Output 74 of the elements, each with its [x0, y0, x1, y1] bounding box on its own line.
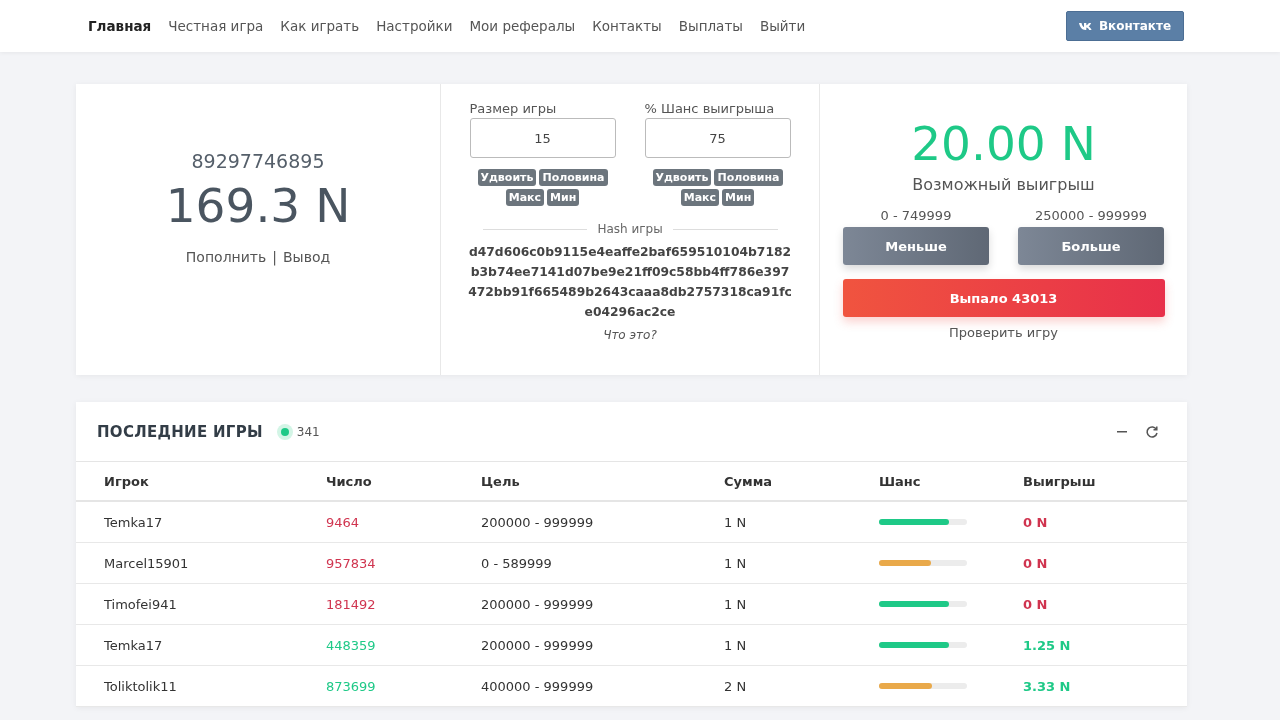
column-header: Выигрыш — [1023, 473, 1097, 489]
payout-cell-text: 0 N — [1023, 596, 1049, 612]
column-header: Цель — [481, 473, 521, 489]
input-field[interactable]: 75 — [644, 118, 791, 158]
status-dot-icon — [276, 423, 293, 440]
player-cell-text: Temka17 — [104, 637, 164, 653]
number-cell-text: 873699 — [326, 678, 377, 694]
adjust-button[interactable]: Удвоить — [652, 169, 712, 186]
number-cell-text: 181492 — [326, 596, 377, 612]
deposit-link[interactable]: Пополнить — [185, 249, 267, 265]
amount-cell-text: 1 N — [724, 555, 748, 571]
nav-link[interactable]: Как играть — [280, 18, 360, 34]
nav-link[interactable]: Выплаты — [678, 18, 743, 34]
vk-logo-icon — [1078, 21, 1093, 31]
payout-amount: 20.00 N — [911, 116, 1096, 171]
player-cell-text: Temka17 — [104, 514, 164, 530]
adjust-button[interactable]: Макс — [505, 189, 545, 206]
nav-link[interactable]: Контакты — [592, 18, 662, 34]
vk-login-button[interactable]: Вконтакте — [1066, 11, 1184, 41]
field-label: Размер игры — [469, 101, 557, 116]
amount-cell-text: 1 N — [724, 514, 748, 530]
adjust-button[interactable]: Половина — [714, 169, 783, 186]
minimize-button[interactable] — [1117, 430, 1127, 433]
amount-cell-text: 2 N — [724, 678, 748, 694]
withdraw-link[interactable]: Вывод — [283, 249, 331, 265]
balance-amount: 169.3 N — [165, 178, 351, 233]
player-cell-text: Toliktolik11 — [104, 678, 178, 694]
amount-cell-text: 1 N — [724, 596, 748, 612]
hash-label: Hash игры — [597, 222, 663, 236]
adjust-button[interactable]: Мин — [547, 189, 580, 206]
help-link[interactable]: Что это? — [603, 328, 657, 342]
result-button[interactable]: Выпало 43013 — [842, 279, 1165, 317]
verify-link[interactable]: Проверить игру — [949, 325, 1058, 340]
number-cell-text: 957834 — [326, 555, 377, 571]
target-cell-text: 200000 - 999999 — [481, 596, 595, 612]
nav-link[interactable]: Главная — [88, 18, 152, 34]
range-label: 250000 - 999999 — [1034, 208, 1148, 223]
column-header: Игрок — [104, 473, 150, 489]
online-count: 341 — [296, 424, 320, 439]
adjust-button[interactable]: Удвоить — [477, 169, 537, 186]
amount-cell-text: 1 N — [724, 637, 748, 653]
adjust-button[interactable]: Половина — [539, 169, 608, 186]
player-cell-text: Marcel15901 — [104, 555, 190, 571]
account-id: 89297746895 — [191, 150, 325, 172]
number-cell-text: 9464 — [326, 514, 361, 530]
payout-cell-text: 1.25 N — [1023, 637, 1072, 653]
column-header: Сумма — [724, 473, 774, 489]
payout-label: Возможный выигрыш — [912, 175, 1095, 194]
link-separator: | — [272, 249, 277, 265]
bet-button[interactable]: Больше — [1018, 227, 1164, 265]
nav-link[interactable]: Честная игра — [168, 18, 264, 34]
column-header: Число — [326, 473, 373, 489]
input-field[interactable]: 15 — [469, 118, 616, 158]
range-label: 0 - 749999 — [880, 208, 952, 223]
number-cell-text: 448359 — [326, 637, 377, 653]
column-header: Шанс — [879, 473, 922, 489]
nav-link[interactable]: Выйти — [759, 18, 806, 34]
payout-cell-text: 0 N — [1023, 555, 1049, 571]
panel-title: ПОСЛЕДНИЕ ИГРЫ — [97, 422, 263, 441]
target-cell-text: 200000 - 999999 — [481, 514, 595, 530]
adjust-button[interactable]: Макс — [680, 189, 720, 206]
player-cell-text: Timofei941 — [104, 596, 178, 612]
adjust-button[interactable]: Мин — [722, 189, 755, 206]
field-label: % Шанс выигрыша — [644, 101, 775, 116]
nav-link[interactable]: Настройки — [376, 18, 453, 34]
bet-button[interactable]: Меньше — [843, 227, 989, 265]
target-cell-text: 400000 - 999999 — [481, 678, 595, 694]
payout-cell-text: 0 N — [1023, 514, 1049, 530]
hash-value: d47d606c0b9115e4eaffe2baf659510104b7182b3b74ee7141d07be9e21ff09c58bb4ff786e397472bb91f665489b2643caaa8db2757318ca91fce04296ac2ce — [467, 244, 793, 321]
payout-cell-text: 3.33 N — [1023, 678, 1072, 694]
refresh-button[interactable] — [1145, 424, 1159, 439]
nav-link[interactable]: Мои рефералы — [469, 18, 576, 34]
target-cell-text: 200000 - 999999 — [481, 637, 595, 653]
target-cell-text: 0 - 589999 — [481, 555, 553, 571]
